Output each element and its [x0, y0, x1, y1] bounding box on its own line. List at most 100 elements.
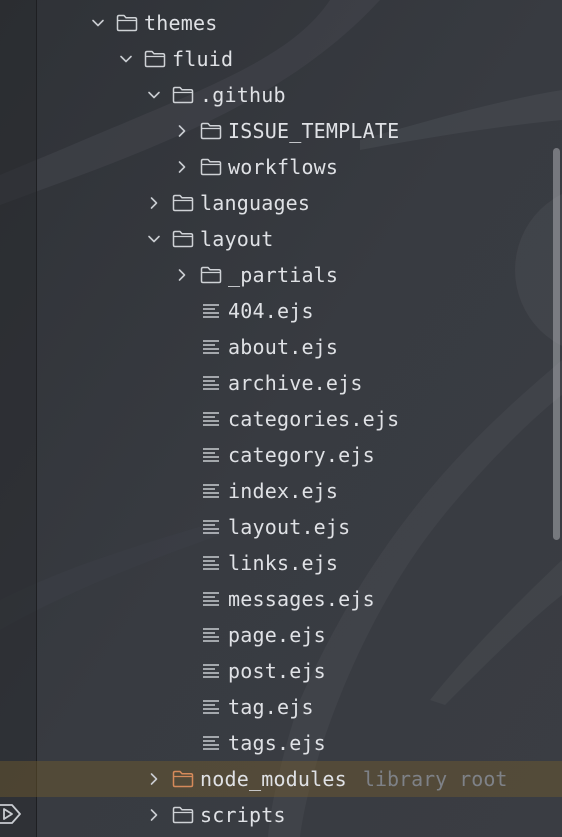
tree-file-item[interactable]: messages.ejs — [0, 581, 562, 617]
tree-folder-item[interactable]: node_modules library root — [0, 761, 562, 797]
tree-item-label: _partials — [228, 263, 339, 287]
run-button[interactable] — [0, 799, 24, 829]
tree-folder-item[interactable]: ISSUE_TEMPLATE — [0, 113, 562, 149]
tree-item-label: index.ejs — [228, 479, 339, 503]
run-icon — [0, 804, 21, 824]
chevron-placeholder — [172, 589, 192, 609]
text-file-icon — [200, 625, 222, 645]
folder-icon — [172, 229, 194, 249]
folder-icon — [144, 49, 166, 69]
chevron-placeholder — [172, 373, 192, 393]
folder-icon — [172, 805, 194, 825]
tree-folder-item[interactable]: .github — [0, 77, 562, 113]
tree-item-label: messages.ejs — [228, 587, 375, 611]
chevron-right-icon — [150, 773, 158, 785]
chevron-placeholder — [172, 337, 192, 357]
folder-icon — [200, 157, 222, 177]
expand-toggle[interactable] — [144, 769, 164, 789]
expand-toggle[interactable] — [144, 193, 164, 213]
tree-item-label: scripts — [200, 803, 286, 827]
chevron-placeholder — [172, 517, 192, 537]
chevron-placeholder — [172, 697, 192, 717]
chevron-right-icon — [150, 197, 158, 209]
text-file-icon — [200, 301, 222, 321]
expand-toggle[interactable] — [172, 121, 192, 141]
chevron-placeholder — [172, 661, 192, 681]
tree-file-item[interactable]: category.ejs — [0, 437, 562, 473]
text-file-icon — [200, 661, 222, 681]
tree-item-label: links.ejs — [228, 551, 339, 575]
tree-item-label: categories.ejs — [228, 407, 400, 431]
tree-item-label: workflows — [228, 155, 339, 179]
project-tree: themes fluid .github ISSUE_TEMPLATE workflow… — [0, 5, 562, 833]
text-file-icon — [200, 337, 222, 357]
tree-folder-item[interactable]: layout — [0, 221, 562, 257]
chevron-right-icon — [178, 161, 186, 173]
expand-toggle[interactable] — [172, 265, 192, 285]
chevron-down-icon — [148, 91, 160, 99]
tree-item-label: layout.ejs — [228, 515, 351, 539]
text-file-icon — [200, 697, 222, 717]
tree-file-item[interactable]: post.ejs — [0, 653, 562, 689]
chevron-down-icon — [120, 55, 132, 63]
tree-item-label: category.ejs — [228, 443, 375, 467]
expand-toggle[interactable] — [116, 49, 136, 69]
chevron-placeholder — [172, 445, 192, 465]
expand-toggle[interactable] — [144, 85, 164, 105]
tree-item-hint: library root — [362, 767, 508, 791]
expand-toggle[interactable] — [144, 229, 164, 249]
tree-file-item[interactable]: categories.ejs — [0, 401, 562, 437]
folder-icon — [200, 121, 222, 141]
tree-item-label: languages — [200, 191, 311, 215]
folder-icon — [172, 85, 194, 105]
tree-folder-item[interactable]: fluid — [0, 41, 562, 77]
folder-icon — [116, 13, 138, 33]
tree-item-label: tag.ejs — [228, 695, 314, 719]
tree-file-item[interactable]: page.ejs — [0, 617, 562, 653]
tree-file-item[interactable]: tag.ejs — [0, 689, 562, 725]
chevron-down-icon — [148, 235, 160, 243]
text-file-icon — [200, 373, 222, 393]
tree-item-label: about.ejs — [228, 335, 339, 359]
tree-item-label: themes — [144, 11, 218, 35]
tree-item-label: page.ejs — [228, 623, 326, 647]
tree-file-item[interactable]: layout.ejs — [0, 509, 562, 545]
chevron-placeholder — [172, 409, 192, 429]
chevron-placeholder — [172, 301, 192, 321]
tree-item-label: archive.ejs — [228, 371, 363, 395]
chevron-placeholder — [172, 553, 192, 573]
chevron-placeholder — [172, 625, 192, 645]
tree-folder-item[interactable]: workflows — [0, 149, 562, 185]
expand-toggle[interactable] — [172, 157, 192, 177]
tree-file-item[interactable]: archive.ejs — [0, 365, 562, 401]
text-file-icon — [200, 517, 222, 537]
expand-toggle[interactable] — [88, 13, 108, 33]
text-file-icon — [200, 445, 222, 465]
folder-icon — [200, 265, 222, 285]
chevron-right-icon — [178, 125, 186, 137]
text-file-icon — [200, 733, 222, 753]
text-file-icon — [200, 553, 222, 573]
tree-item-label: node_modules — [200, 767, 347, 791]
vertical-scrollbar-thumb[interactable] — [553, 148, 560, 540]
tree-file-item[interactable]: 404.ejs — [0, 293, 562, 329]
expand-toggle[interactable] — [144, 805, 164, 825]
tree-folder-item[interactable]: scripts — [0, 797, 562, 833]
chevron-down-icon — [92, 19, 104, 27]
tree-item-label: 404.ejs — [228, 299, 314, 323]
tree-item-label: fluid — [172, 47, 234, 71]
tree-file-item[interactable]: about.ejs — [0, 329, 562, 365]
folder-icon — [172, 193, 194, 213]
tree-file-item[interactable]: tags.ejs — [0, 725, 562, 761]
text-file-icon — [200, 481, 222, 501]
chevron-placeholder — [172, 481, 192, 501]
tree-folder-item[interactable]: _partials — [0, 257, 562, 293]
chevron-right-icon — [178, 269, 186, 281]
chevron-placeholder — [172, 733, 192, 753]
tree-item-label: tags.ejs — [228, 731, 326, 755]
tree-folder-item[interactable]: themes — [0, 5, 562, 41]
tree-file-item[interactable]: index.ejs — [0, 473, 562, 509]
chevron-right-icon — [150, 809, 158, 821]
tree-folder-item[interactable]: languages — [0, 185, 562, 221]
tree-file-item[interactable]: links.ejs — [0, 545, 562, 581]
